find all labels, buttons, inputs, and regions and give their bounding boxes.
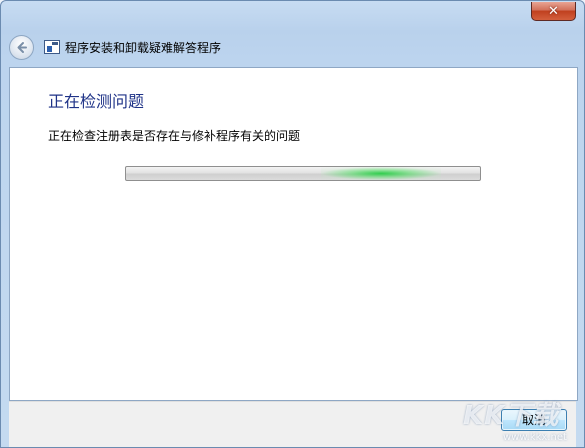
troubleshooter-app-icon xyxy=(44,40,60,54)
progress-glow xyxy=(320,167,441,180)
progress-bar xyxy=(125,166,481,181)
navigation-bar: 程序安装和卸载疑难解答程序 xyxy=(9,31,576,63)
status-text: 正在检查注册表是否存在与修补程序有关的问题 xyxy=(48,129,301,143)
content-panel: 正在检测问题 正在检查注册表是否存在与修补程序有关的问题 xyxy=(9,67,578,401)
cancel-button[interactable]: 取消 xyxy=(501,409,567,431)
footer-bar: 取消 xyxy=(9,401,576,447)
back-button[interactable] xyxy=(9,34,34,60)
close-icon: ✕ xyxy=(548,3,559,19)
back-arrow-icon xyxy=(17,41,27,53)
window-title: 程序安装和卸载疑难解答程序 xyxy=(65,40,222,55)
troubleshooter-window: ✕ 程序安装和卸载疑难解答程序 正在检测问题 正在检查注册表是否存在与修补程序有… xyxy=(0,0,585,448)
close-button[interactable]: ✕ xyxy=(531,2,576,21)
page-heading: 正在检测问题 xyxy=(48,92,145,111)
